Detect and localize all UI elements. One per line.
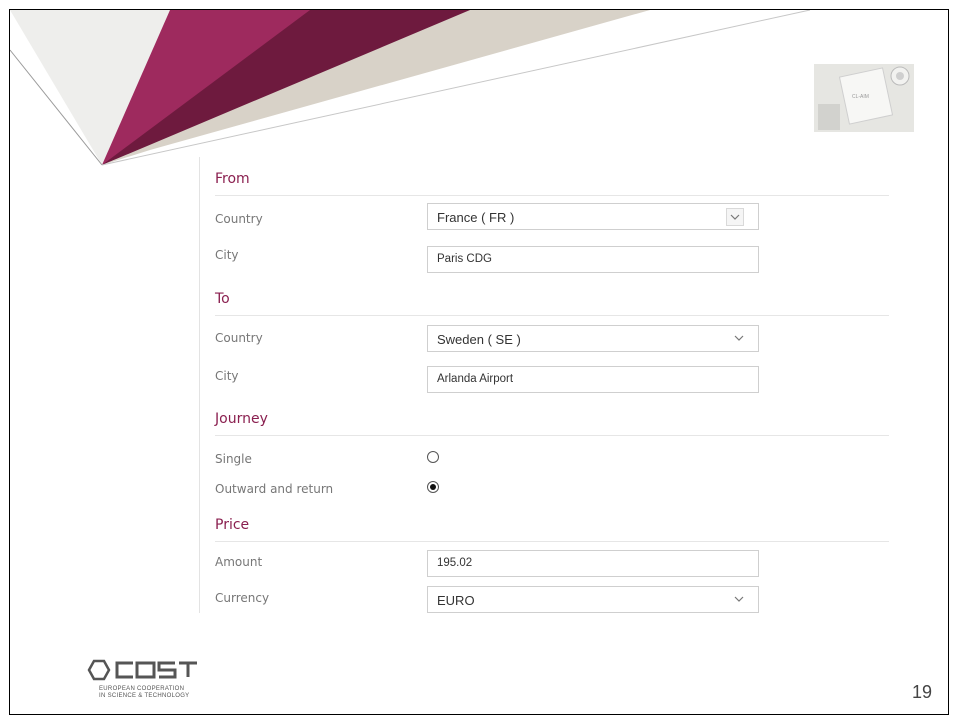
logo-tagline: EUROPEAN COOPERATION	[99, 686, 185, 692]
journey-option-label: Outward and return	[215, 482, 334, 496]
to-city-label: City	[215, 369, 239, 383]
to-country-select[interactable]: Sweden ( SE )	[427, 325, 759, 352]
radio-selected-dot	[430, 484, 436, 490]
from-city-input[interactable]: Paris CDG	[427, 246, 759, 273]
page-number: 19	[912, 682, 933, 702]
journey-single-radio[interactable]	[427, 451, 439, 463]
cost-logo: EUROPEAN COOPERATION IN SCIENCE & TECHNO…	[85, 655, 215, 705]
section-to: To	[215, 287, 889, 316]
travel-form: From Country France ( FR ) City Paris CD…	[199, 157, 890, 613]
section-journey: Journey	[215, 407, 889, 436]
logo-tagline: IN SCIENCE & TECHNOLOGY	[99, 693, 190, 699]
to-country-label: Country	[215, 331, 263, 345]
from-country-select[interactable]: France ( FR )	[427, 203, 759, 230]
currency-value: EURO	[437, 593, 475, 608]
chevron-down-icon[interactable]	[734, 595, 744, 603]
to-country-value: Sweden ( SE )	[437, 332, 521, 347]
from-city-label: City	[215, 248, 239, 262]
amount-label: Amount	[215, 555, 263, 569]
section-price-title: Price	[215, 517, 250, 533]
section-from: From	[215, 167, 889, 196]
journey-return-radio[interactable]	[427, 481, 439, 493]
amount-value: 195.02	[437, 557, 473, 569]
from-city-value: Paris CDG	[437, 253, 492, 265]
section-journey-title: Journey	[215, 411, 268, 427]
currency-label: Currency	[215, 591, 270, 605]
chevron-down-icon[interactable]	[726, 208, 744, 226]
section-from-title: From	[215, 171, 250, 187]
section-price: Price	[215, 513, 889, 542]
amount-input[interactable]: 195.02	[427, 550, 759, 577]
from-country-value: France ( FR )	[437, 210, 515, 225]
to-city-value: Arlanda Airport	[437, 373, 514, 385]
slide: CL-AIM From Country France ( FR ) City P…	[9, 9, 949, 715]
header-decoration	[10, 10, 811, 166]
currency-select[interactable]: EURO	[427, 586, 759, 613]
to-city-input[interactable]: Arlanda Airport	[427, 366, 759, 393]
svg-text:CL-AIM: CL-AIM	[852, 94, 869, 100]
clipboard-thumbnail-image: CL-AIM	[814, 64, 914, 132]
journey-option-label: Single	[215, 452, 252, 466]
cost-logo-mark	[87, 659, 197, 681]
chevron-down-icon[interactable]	[734, 334, 744, 342]
from-country-label: Country	[215, 212, 263, 226]
section-to-title: To	[215, 291, 230, 307]
